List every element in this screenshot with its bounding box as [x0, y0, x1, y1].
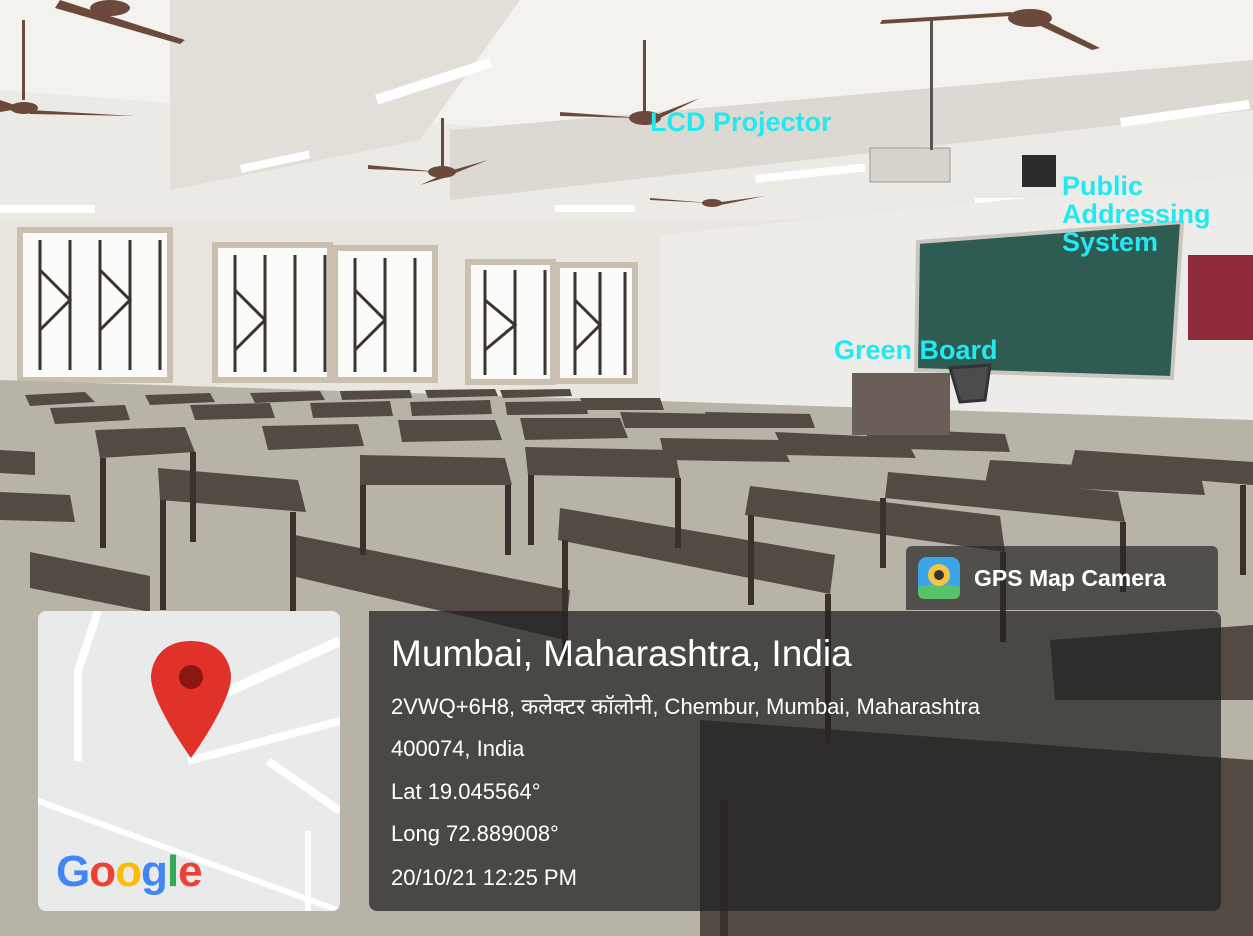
projector-mount — [930, 20, 933, 150]
label-public-addressing-system: Public Addressing System — [1062, 171, 1211, 257]
speaker — [1022, 155, 1056, 187]
latitude: Lat 19.045564° — [391, 779, 541, 804]
label-green-board: Green Board — [834, 335, 998, 365]
notice-board — [1188, 255, 1253, 340]
photo-stage: LCD Projector Public Addressing System G… — [0, 0, 1253, 936]
longitude: Long 72.889008° — [391, 821, 559, 846]
tube-light — [0, 205, 95, 213]
datetime: 20/10/21 12:25 PM — [391, 865, 577, 890]
lcd-projector — [869, 147, 951, 183]
map-thumbnail: Google — [38, 611, 340, 911]
label-lcd-projector: LCD Projector — [650, 107, 832, 137]
location-title: Mumbai, Maharashtra, India — [391, 633, 852, 674]
google-logo: Google — [56, 847, 203, 896]
gps-map-camera-badge: GPS Map Camera — [906, 546, 1218, 610]
gps-map-camera-label: GPS Map Camera — [974, 564, 1166, 591]
address-line-2: 400074, India — [391, 736, 525, 761]
tube-light — [555, 205, 635, 212]
location-info-panel: Mumbai, Maharashtra, India 2VWQ+6H8, कले… — [369, 611, 1221, 911]
location-pin-icon — [151, 641, 231, 758]
teacher-desk — [852, 373, 950, 435]
address-line-1: 2VWQ+6H8, कलेक्टर कॉलोनी, Chembur, Mumba… — [391, 694, 981, 719]
camera-pin-icon — [918, 557, 960, 599]
